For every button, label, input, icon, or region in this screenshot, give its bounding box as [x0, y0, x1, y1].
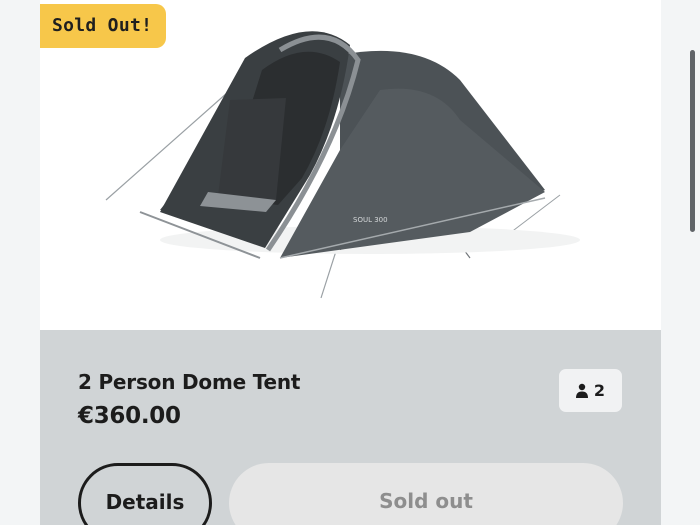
- capacity-count: 2: [593, 381, 606, 400]
- sold-out-button: Sold out: [229, 463, 623, 525]
- product-price: €360.00: [78, 403, 181, 429]
- tent-print: SOUL 300: [353, 216, 388, 224]
- product-card: SOUL 300 Sold Out! 2 Person Dome Tent €3…: [40, 0, 661, 525]
- scrollbar[interactable]: [690, 50, 695, 232]
- product-image[interactable]: SOUL 300: [40, 0, 661, 330]
- product-info: 2 Person Dome Tent €360.00 2 Details Sol…: [40, 330, 661, 525]
- capacity-badge: 2: [559, 369, 622, 412]
- person-icon: [575, 383, 588, 398]
- sold-out-badge: Sold Out!: [40, 4, 167, 48]
- tent-illustration: SOUL 300: [105, 31, 580, 299]
- product-title[interactable]: 2 Person Dome Tent: [78, 370, 300, 394]
- details-button[interactable]: Details: [78, 463, 212, 525]
